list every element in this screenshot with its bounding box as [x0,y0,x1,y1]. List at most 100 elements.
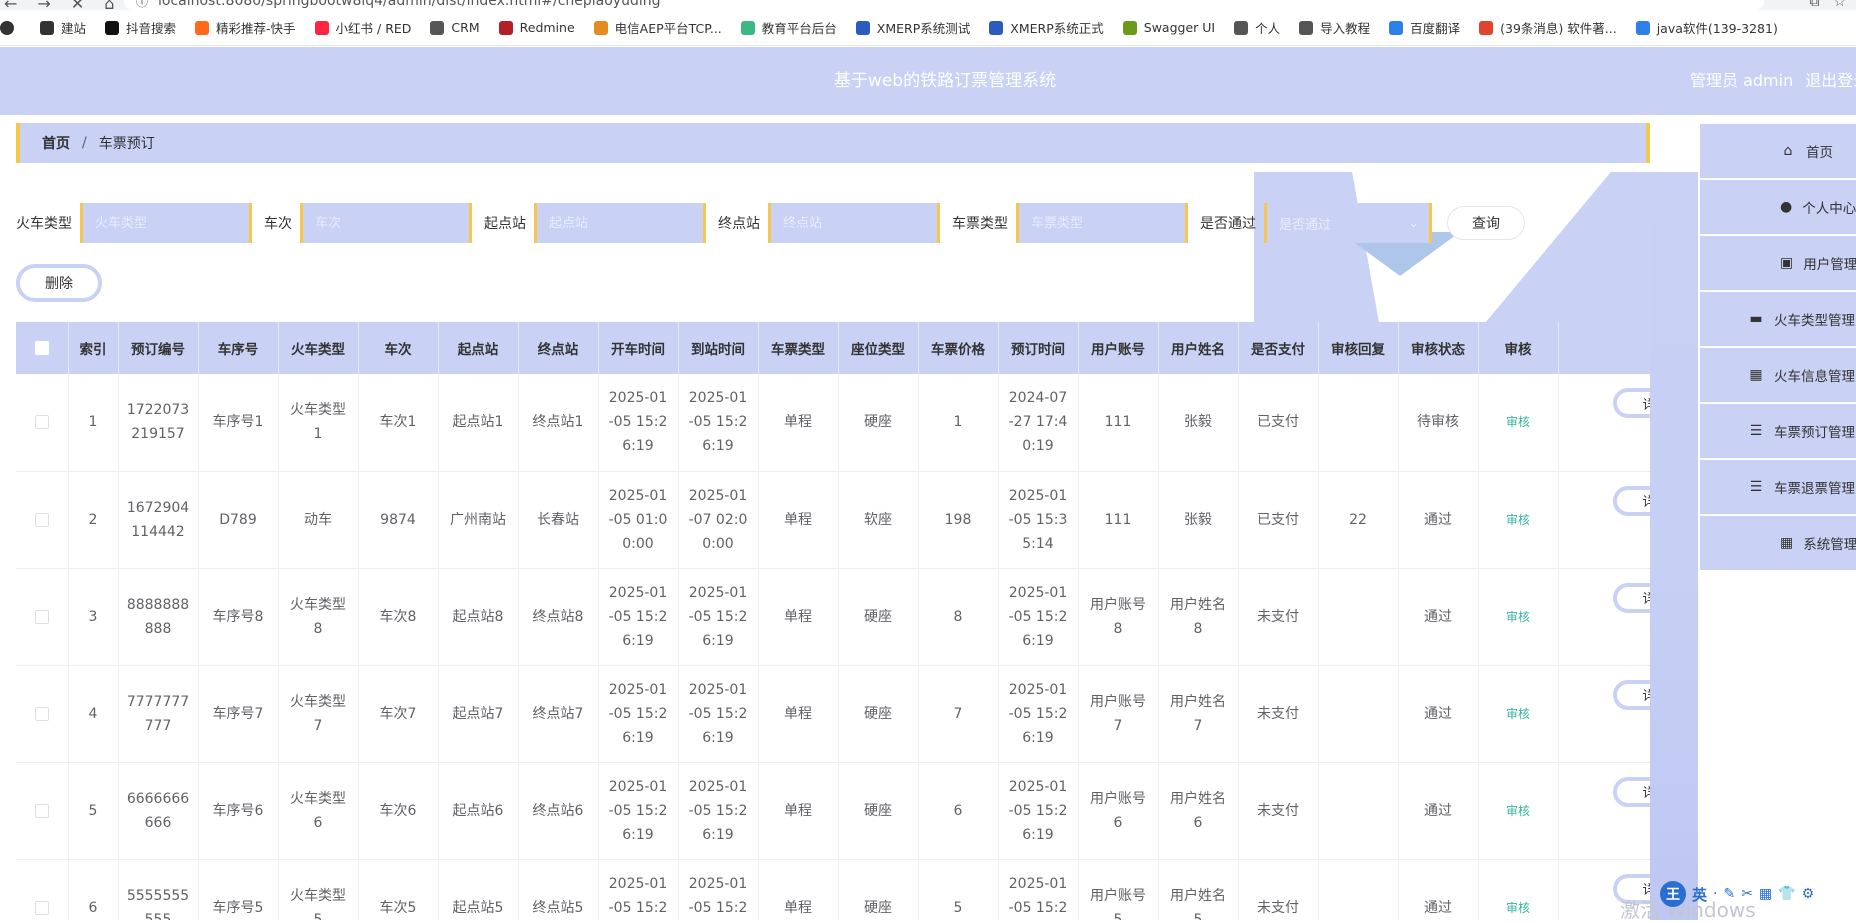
detail-button[interactable]: 详情 [1612,776,1650,807]
bookmark-item[interactable]: 精彩推荐-快手 [195,18,296,37]
table-cell: 终点站6 [518,762,599,860]
translate-page-icon[interactable]: ⧉ [1809,0,1819,10]
search-input[interactable] [783,215,937,231]
bookmark-item[interactable]: java软件(139-3281) [1635,18,1778,37]
bookmark-item[interactable]: 小红书 / RED [314,18,411,37]
query-button[interactable]: 查询 [1448,207,1524,239]
table-cell: 用户账号6 [1078,762,1159,860]
table-cell: 用户账号8 [1078,568,1159,666]
sidebar-item[interactable]: ▣ 用户管理 [1700,236,1856,290]
address-bar[interactable]: ⓘ localhost:8080/springbootw8lq4/admin/d… [124,0,1764,10]
table-row[interactable]: 6 5555555555 车序号5 火车类型5 车次5 起点站5 终点站5 2025-01-0… [16,859,1650,920]
table-row[interactable]: 3 8888888888 车序号8 火车类型8 车次8 起点站8 终点站8 2025-01-0… [16,568,1650,666]
sidebar-item-label: 首页 [1806,145,1833,161]
sidebar-item[interactable]: ● 个人中心 [1700,180,1856,234]
m-icon [989,20,1004,35]
table-row[interactable]: 4 7777777777 车序号7 火车类型7 车次7 起点站7 终点站7 2025-01-0… [16,665,1650,763]
row-checkbox[interactable] [34,609,49,624]
detail-button[interactable]: 详情 [1612,582,1650,613]
audit-link[interactable]: 审核 [1506,513,1530,527]
delete-button[interactable]: 删除 [16,264,102,302]
table-cell: 终点站7 [518,665,599,763]
table-cell: 终点站1 [518,374,599,472]
search-input[interactable] [95,215,249,231]
bookmark-item[interactable]: Redmine [498,20,575,35]
sidebar-item-label: 火车类型管理 [1774,313,1855,329]
sidebar-item[interactable]: ▬ 火车类型管理 [1700,292,1856,346]
table-cell: 2025-01-05 15:26:19 [678,762,759,860]
table-row[interactable]: 1 1722073219157 车序号1 火车类型1 车次1 起点站1 终点站1 2025-0… [16,374,1650,472]
search-label: 终点站 [718,216,760,232]
reload-icon[interactable]: ✕ [71,0,84,10]
detail-button[interactable]: 详情 [1612,485,1650,516]
table-row[interactable]: 2 1672904114442 D789 动车 9874 广州南站 长春站 2025-01-0… [16,471,1650,569]
table-cell: 2025-01-05 15:26:19 [678,374,759,472]
select-placeholder: 是否通过 [1279,217,1332,233]
audit-link[interactable]: 审核 [1506,610,1530,624]
column-header: 车票价格 [918,322,999,374]
bookmark-item[interactable]: XMERP系统测试 [855,18,970,37]
operations-cell: 详情 [1558,665,1650,763]
row-checkbox[interactable] [34,803,49,818]
row-checkbox[interactable] [34,415,49,430]
bookmark-item[interactable]: 个人 [1234,18,1280,37]
search-label: 车票类型 [952,216,1008,232]
forward-icon[interactable]: → [37,0,50,10]
sidebar-item[interactable]: ☰ 车票退票管理 [1700,460,1856,514]
sidebar-item[interactable]: ⌂ 首页 [1700,124,1856,178]
bookmark-item[interactable]: 电信AEP平台TCP... [593,18,722,37]
search-input[interactable] [1031,215,1185,231]
home-browser-icon[interactable]: ⌂ [104,0,114,10]
table-cell: 用户姓名8 [1158,568,1239,666]
bookmark-item[interactable]: Swagger UI [1122,20,1215,35]
bookmark-item[interactable]: 百度翻译 [1389,18,1460,37]
bookmark-extra-icon[interactable] [0,20,21,35]
star-icon[interactable]: ☆ [1833,0,1846,10]
bookmark-item[interactable]: 教育平台后台 [740,18,837,37]
sidebar-item[interactable]: ☰ 车票预订管理 [1700,404,1856,458]
ime-mode[interactable]: 英 [1692,884,1707,905]
row-checkbox[interactable] [34,512,49,527]
logout-link[interactable]: 退出登录 [1805,71,1856,90]
row-checkbox[interactable] [34,706,49,721]
bookmark-item[interactable]: 抖音搜索 [105,18,176,37]
table-cell: 2025-01-05 15:26:19 [998,859,1079,920]
sidebar-item[interactable]: ▦ 系统管理 [1700,516,1856,570]
row-checkbox-cell [16,859,69,920]
operations-cell: 详情 [1558,762,1650,860]
select-all-checkbox[interactable] [34,341,49,355]
table-cell: 单程 [758,665,839,763]
search-field-box [1016,203,1188,243]
column-header: 车序号 [198,322,279,374]
audit-link[interactable]: 审核 [1506,707,1530,721]
row-checkbox[interactable] [34,900,49,915]
audit-link[interactable]: 审核 [1506,901,1530,915]
search-input[interactable] [549,215,703,231]
bookmark-item[interactable]: CRM [430,20,480,35]
bookmark-item[interactable]: 建站 [40,18,86,37]
sidebar-item-label: 个人中心 [1802,201,1856,217]
search-input[interactable] [315,215,469,231]
bookmark-item[interactable]: (39条消息) 软件著... [1479,18,1617,37]
table-cell: D789 [198,471,279,569]
table-row[interactable]: 5 6666666666 车序号6 火车类型6 车次6 起点站6 终点站6 2025-01-0… [16,762,1650,860]
table-cell: 张毅 [1158,374,1239,472]
audit-cell: 审核 [1478,374,1559,472]
ime-tools-icon[interactable]: ·✎✂▦👕⚙ [1713,886,1820,902]
table-cell: 111 [1078,374,1159,472]
breadcrumb-separator: / [82,135,87,151]
detail-button[interactable]: 详情 [1612,679,1650,710]
audit-link[interactable]: 审核 [1506,415,1530,429]
sidebar-item[interactable]: ▦ 火车信息管理 [1700,348,1856,402]
operations-cell: 详情 [1558,374,1650,472]
browser-actions: ⧉ ☆ [1809,0,1846,10]
bookmark-item[interactable]: 导入教程 [1299,18,1370,37]
detail-button[interactable]: 详情 [1612,388,1650,418]
approval-select[interactable]: 是否通过 ⌄ [1264,203,1432,243]
breadcrumb-home[interactable]: 首页 [42,133,70,153]
ime-logo-icon[interactable]: 王 [1660,881,1686,907]
audit-link[interactable]: 审核 [1506,804,1530,818]
bookmark-item[interactable]: XMERP系统正式 [989,18,1104,37]
info-icon[interactable]: ⓘ [136,0,148,10]
back-icon[interactable]: ← [4,0,17,10]
